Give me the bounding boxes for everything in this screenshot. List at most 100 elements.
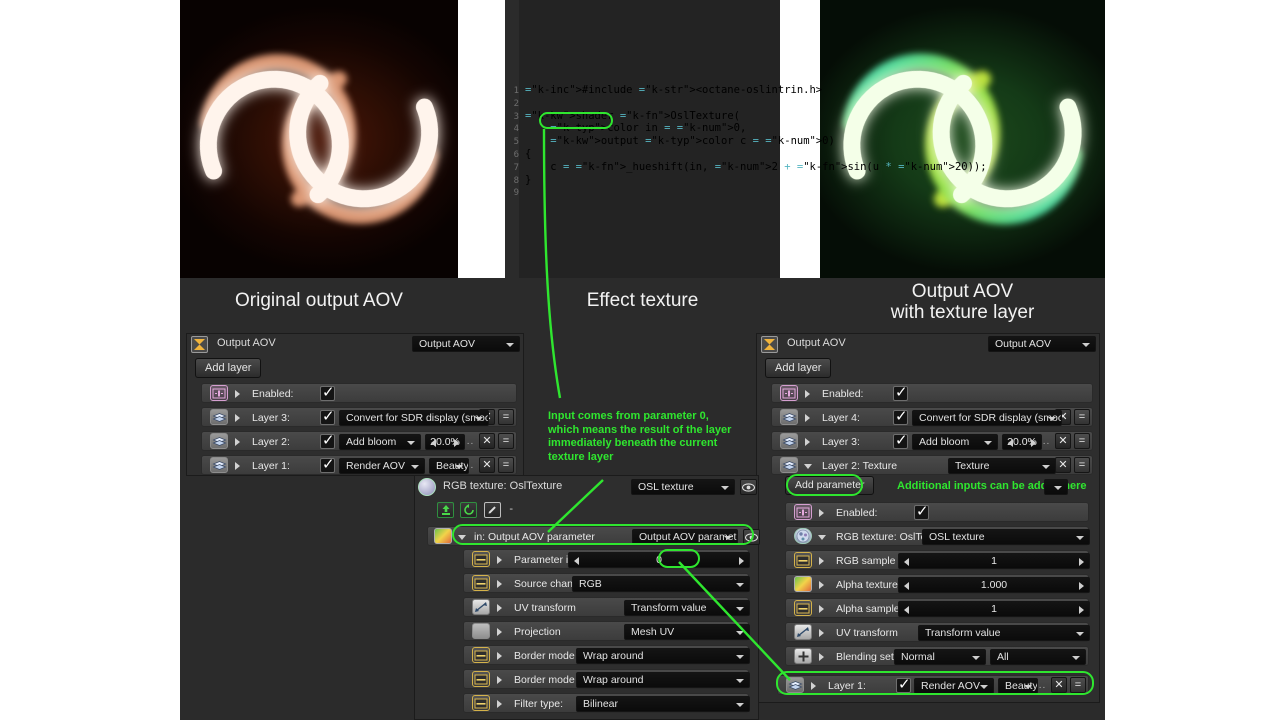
chevron-right-icon[interactable] — [805, 438, 810, 446]
chevron-right-icon[interactable] — [497, 676, 502, 684]
row-spinner[interactable]: 0 — [568, 552, 750, 568]
chevron-right-icon[interactable] — [497, 700, 502, 708]
chevron-right-icon[interactable] — [819, 653, 824, 661]
chevron-right-icon[interactable] — [497, 580, 502, 588]
texture-param-row[interactable]: RGB sample count: 1 — [785, 550, 1090, 570]
right-layer-row[interactable]: Enabled: — [771, 383, 1093, 403]
spinner-increment[interactable] — [1079, 558, 1084, 566]
right-add-layer-button[interactable]: Add layer — [765, 358, 832, 378]
chevron-right-icon[interactable] — [497, 556, 502, 564]
right-panel-type-select[interactable]: Output AOV — [988, 336, 1096, 352]
osl-param-row[interactable]: UV transform Transform value — [463, 597, 750, 617]
chevron-right-icon[interactable] — [805, 414, 810, 422]
row-menu-button[interactable]: = — [498, 409, 514, 425]
chevron-right-icon[interactable] — [235, 462, 240, 470]
chevron-right-icon[interactable] — [819, 509, 824, 517]
right-layer-row[interactable]: Layer 3:=✕...Add bloom20.0% — [771, 431, 1093, 451]
row-select-secondary[interactable]: Beauty — [998, 678, 1038, 694]
add-parameter-button[interactable]: Add parameter — [785, 476, 875, 495]
row-select-primary[interactable]: Bilinear — [576, 696, 750, 712]
right-layer-row[interactable]: Layer 2: Texture = ✕ Texture — [771, 455, 1093, 475]
texture-param-row[interactable]: Enabled: — [785, 502, 1089, 522]
chevron-right-icon[interactable] — [811, 682, 816, 690]
row-spinner[interactable]: 20.0% — [1002, 434, 1042, 450]
osl-param-row[interactable]: Source channel(s): RGB — [463, 573, 750, 593]
row-select-primary[interactable]: Wrap around — [576, 648, 750, 664]
right-layer-row[interactable]: Layer 1:=✕...Render AOVBeauty — [777, 675, 1089, 695]
row-close-button[interactable]: ✕ — [479, 433, 495, 449]
osl-param-row[interactable]: Border mode (U): Wrap around — [463, 645, 750, 665]
osl-param-row[interactable]: Projection Mesh UV — [463, 621, 750, 641]
row-checkbox[interactable] — [893, 431, 908, 449]
chevron-right-icon[interactable] — [819, 557, 824, 565]
spinner-decrement[interactable] — [1008, 439, 1013, 447]
row-select-primary[interactable]: Texture — [948, 458, 1056, 474]
row-menu-button[interactable]: = — [1070, 677, 1086, 693]
row-select-primary[interactable]: Add bloom — [339, 434, 421, 450]
row-checkbox[interactable] — [896, 675, 911, 693]
row-select-primary[interactable]: Normal — [894, 649, 986, 665]
osl-param-row[interactable]: Border mode (V): Wrap around — [463, 669, 750, 689]
code-editor[interactable]: 1 ="k-inc">#include ="k-str"><octane-osli… — [505, 0, 987, 278]
row-select-primary[interactable]: Transform value — [918, 625, 1090, 641]
row-spinner[interactable]: 1 — [898, 553, 1090, 569]
row-select-primary[interactable]: OSL texture — [922, 529, 1090, 545]
row-menu-button[interactable]: = — [498, 457, 514, 473]
row-menu-button[interactable]: = — [1074, 457, 1090, 473]
chevron-right-icon[interactable] — [497, 604, 502, 612]
center-panel-type-select[interactable]: OSL texture — [631, 479, 735, 495]
chevron-right-icon[interactable] — [819, 581, 824, 589]
row-select-primary[interactable]: Render AOV — [339, 458, 425, 474]
spinner-increment[interactable] — [1079, 582, 1084, 590]
left-layer-row[interactable]: Layer 3:=✕...Convert for SDR display (sm… — [201, 407, 517, 427]
spinner-increment[interactable] — [1031, 439, 1036, 447]
row-select-primary[interactable]: Render AOV — [914, 678, 994, 694]
row-checkbox[interactable] — [893, 383, 908, 401]
osl-input-row[interactable]: in: Output AOV parameter Output AOV para… — [427, 526, 760, 546]
row-checkbox[interactable] — [320, 431, 335, 449]
spinner-decrement[interactable] — [574, 557, 579, 565]
left-add-layer-button[interactable]: Add layer — [195, 358, 262, 378]
row-select-secondary[interactable]: All — [990, 649, 1086, 665]
chevron-right-icon[interactable] — [805, 390, 810, 398]
row-spinner[interactable]: 1 — [898, 601, 1090, 617]
right-layer-row[interactable]: Layer 4:=✕...Convert for SDR display (sm… — [771, 407, 1093, 427]
reload-icon[interactable] — [460, 502, 478, 518]
chevron-right-icon[interactable] — [235, 438, 240, 446]
osl-input-visibility-icon[interactable] — [743, 529, 760, 545]
row-select-primary[interactable]: Add bloom — [912, 434, 998, 450]
texture-param-row[interactable]: RGB texture: OslTexture OSL texture — [785, 526, 1090, 546]
row-checkbox[interactable] — [320, 407, 335, 425]
row-select-primary[interactable]: Transform value — [624, 600, 750, 616]
edit-icon[interactable] — [483, 502, 501, 518]
load-icon[interactable] — [437, 502, 454, 518]
spinner-increment[interactable] — [1079, 606, 1084, 614]
texture-param-row[interactable]: UV transform Transform value — [785, 622, 1090, 642]
left-panel-type-select[interactable]: Output AOV — [412, 336, 520, 352]
center-panel-visibility-icon[interactable] — [740, 479, 757, 495]
texture-param-row[interactable]: Blending settings: Normal All — [785, 646, 1089, 666]
row-menu-button[interactable]: = — [498, 433, 514, 449]
osl-param-row[interactable]: Filter type: Bilinear — [463, 693, 750, 713]
left-layer-row[interactable]: Layer 1:=✕...Render AOVBeauty — [201, 455, 517, 475]
row-close-button[interactable]: ✕ — [1055, 457, 1071, 473]
spinner-decrement[interactable] — [904, 558, 909, 566]
row-checkbox[interactable] — [893, 407, 908, 425]
row-close-button[interactable]: ✕ — [1055, 433, 1071, 449]
row-menu-button[interactable]: = — [1074, 409, 1090, 425]
spinner-decrement[interactable] — [904, 582, 909, 590]
chevron-right-icon[interactable] — [235, 390, 240, 398]
row-spinner[interactable]: 1.000 — [898, 577, 1090, 593]
row-checkbox[interactable] — [914, 502, 929, 520]
row-menu-button[interactable]: = — [1074, 433, 1090, 449]
osl-param-row[interactable]: Parameter index: 0 — [463, 549, 750, 569]
chevron-right-icon[interactable] — [819, 605, 824, 613]
row-checkbox[interactable] — [320, 455, 335, 473]
chevron-right-icon[interactable] — [235, 414, 240, 422]
row-close-button[interactable]: ✕ — [479, 457, 495, 473]
chevron-down-icon[interactable] — [818, 535, 826, 544]
texture-param-row[interactable]: Alpha texture: 1.000 — [785, 574, 1090, 594]
row-select-secondary[interactable]: Beauty — [429, 458, 469, 474]
row-select-primary[interactable]: Convert for SDR display (smooth) — [339, 410, 489, 426]
row-spinner[interactable]: 20.0% — [425, 434, 465, 450]
